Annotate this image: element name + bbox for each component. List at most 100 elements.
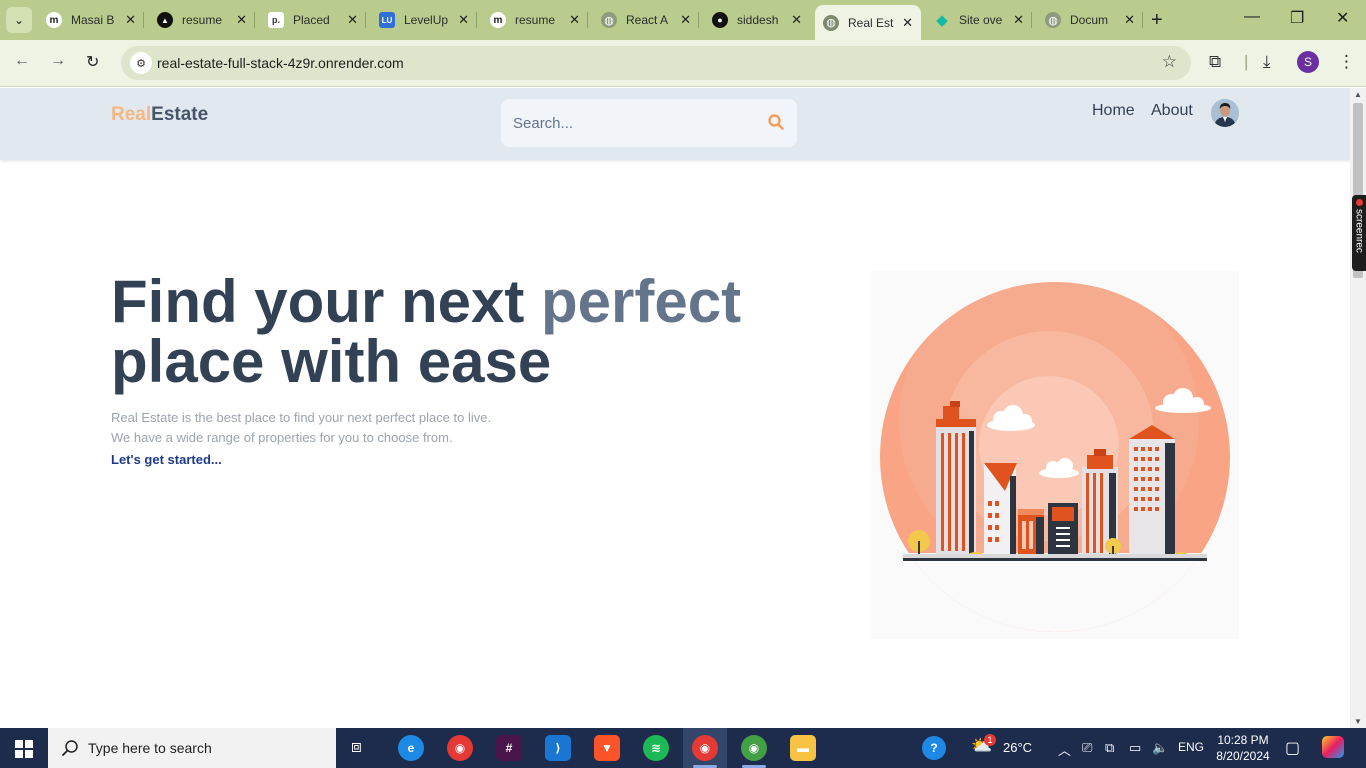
tab-close-icon[interactable]: ✕ — [1013, 12, 1024, 28]
chrome-icon[interactable]: ◉ — [447, 735, 473, 761]
screenrec-widget[interactable]: screenrec — [1352, 195, 1366, 271]
tray-app-icon[interactable]: ⧉ — [1105, 740, 1114, 756]
tab-close-icon[interactable]: ✕ — [236, 12, 247, 28]
tab-title: siddesh — [737, 13, 779, 27]
vscode-icon[interactable]: ⟩ — [545, 735, 571, 761]
notifications-icon[interactable]: ▢ — [1285, 738, 1300, 758]
tab-3[interactable]: LU LevelUp ✕ — [371, 6, 477, 34]
back-icon[interactable]: ← — [14, 52, 30, 70]
site-header: RealEstate Home About — [0, 88, 1350, 160]
scroll-down-icon[interactable]: ▼ — [1354, 717, 1362, 726]
language-indicator[interactable]: ENG — [1178, 740, 1204, 754]
tab-separator — [1031, 12, 1032, 28]
tab-title: Site ove — [959, 13, 1003, 27]
clock-date: 8/20/2024 — [1216, 749, 1270, 763]
tab-close-icon[interactable]: ✕ — [347, 12, 358, 28]
address-bar[interactable]: ⚙ real-estate-full-stack-4z9r.onrender.c… — [121, 46, 1191, 80]
forward-icon[interactable]: → — [50, 52, 66, 70]
hero-description: Real Estate is the best place to find yo… — [111, 408, 491, 448]
bookmark-star-icon[interactable]: ☆ — [1162, 52, 1177, 72]
chrome-profile-icon[interactable]: ◉ — [692, 735, 718, 761]
taskbar-search-icon — [61, 740, 78, 757]
page-scrollbar[interactable]: ▲ ▼ — [1350, 88, 1366, 728]
scroll-up-icon[interactable]: ▲ — [1354, 90, 1362, 99]
tab-favicon-icon: m — [46, 12, 62, 28]
site-info-icon[interactable]: ⚙ — [130, 52, 152, 74]
tab-close-icon[interactable]: ✕ — [902, 15, 913, 31]
screenrec-label: screenrec — [1353, 209, 1365, 253]
tab-4[interactable]: m resume ✕ — [482, 6, 588, 34]
file-explorer-icon[interactable]: ▬ — [790, 735, 816, 761]
tab-close-icon[interactable]: ✕ — [125, 12, 136, 28]
browser-menu-icon[interactable]: ⋮ — [1338, 52, 1355, 72]
tab-close-icon[interactable]: ✕ — [1124, 12, 1135, 28]
tab-close-icon[interactable]: ✕ — [569, 12, 580, 28]
close-window-icon[interactable]: ✕ — [1336, 8, 1349, 28]
system-clock[interactable]: 10:28 PM 8/20/2024 — [1212, 732, 1274, 764]
tab-1[interactable]: ▲ resume ✕ — [149, 6, 255, 34]
record-dot-icon — [1355, 199, 1363, 206]
tab-close-icon[interactable]: ✕ — [680, 12, 691, 28]
network-icon[interactable]: ▭ — [1129, 740, 1141, 756]
get-started-link[interactable]: Let's get started... — [111, 452, 222, 467]
volume-icon[interactable]: 🔈 — [1152, 740, 1168, 756]
tab-title: Real Est — [848, 15, 894, 30]
url-text[interactable]: real-estate-full-stack-4z9r.onrender.com — [157, 55, 404, 71]
taskbar-search-text: Type here to search — [88, 740, 212, 756]
tab-title: Docum — [1070, 13, 1109, 27]
search-icon[interactable] — [767, 113, 785, 131]
widgets-icon[interactable] — [1322, 736, 1344, 758]
tab-title: Masai B — [71, 13, 115, 27]
hero-title-part2: place with ease — [111, 328, 552, 395]
restore-icon[interactable]: ❐ — [1290, 8, 1304, 28]
tab-close-icon[interactable]: ✕ — [458, 12, 469, 28]
user-avatar[interactable] — [1211, 99, 1239, 127]
tray-overflow-icon[interactable]: ︿ — [1058, 740, 1071, 759]
tab-close-icon[interactable]: ✕ — [791, 12, 802, 28]
profile-avatar[interactable]: S — [1297, 51, 1319, 73]
tab-separator — [143, 12, 144, 28]
tab-favicon-icon: ◍ — [1045, 12, 1061, 28]
hero-title: Find your next perfect place with ease — [111, 272, 741, 392]
new-tab-icon[interactable]: + — [1151, 9, 1163, 32]
taskbar-search-box[interactable]: Type here to search — [48, 728, 336, 768]
help-icon[interactable]: ? — [922, 736, 946, 760]
site-logo[interactable]: RealEstate — [111, 104, 208, 126]
tab-7-active[interactable]: ◍ Real Est ✕ — [815, 5, 921, 40]
tab-search-button[interactable]: ⌄ — [6, 7, 32, 33]
weather-temp[interactable]: 26°C — [1003, 740, 1032, 755]
tab-title: React A — [626, 13, 669, 27]
github-icon: ● — [712, 12, 728, 28]
nav-about-link[interactable]: About — [1151, 102, 1193, 120]
chrome-profile-2-icon[interactable]: ◉ — [741, 735, 767, 761]
tab-9[interactable]: ◍ Docum ✕ — [1037, 6, 1143, 34]
reload-icon[interactable]: ↻ — [86, 52, 99, 72]
toolbar-divider: | — [1244, 52, 1249, 71]
download-icon[interactable]: ⤓ — [1263, 52, 1271, 72]
tab-5[interactable]: ◍ React A ✕ — [593, 6, 699, 34]
windows-start-icon[interactable] — [15, 740, 33, 758]
task-view-icon[interactable]: ⧈ — [351, 737, 362, 757]
extensions-icon[interactable]: ⧉ — [1209, 52, 1221, 72]
meet-now-icon[interactable]: ⎚ — [1082, 740, 1092, 756]
logo-part-real: Real — [111, 104, 152, 125]
tab-favicon-icon: ◍ — [823, 14, 839, 31]
tab-title: Placed — [293, 13, 330, 27]
search-input[interactable] — [513, 111, 753, 135]
edge-icon[interactable]: e — [398, 735, 424, 761]
tab-6[interactable]: ● siddesh ✕ — [704, 6, 810, 34]
minimize-icon[interactable]: — — [1244, 8, 1260, 26]
tab-8[interactable]: ◆ Site ove ✕ — [926, 6, 1032, 34]
slack-icon[interactable]: # — [496, 735, 522, 761]
nav-home-link[interactable]: Home — [1092, 102, 1135, 120]
tab-separator — [476, 12, 477, 28]
tab-2[interactable]: p. Placed ✕ — [260, 6, 366, 34]
tab-0[interactable]: m Masai B ✕ — [38, 6, 144, 34]
spotify-icon[interactable]: ≋ — [643, 735, 669, 761]
brave-icon[interactable]: ▼ — [594, 735, 620, 761]
hero-description-line2: We have a wide range of properties for y… — [111, 430, 453, 445]
city-illustration — [871, 271, 1239, 639]
tab-separator — [698, 12, 699, 28]
tab-favicon-icon: LU — [379, 12, 395, 28]
tab-favicon-icon: m — [490, 12, 506, 28]
